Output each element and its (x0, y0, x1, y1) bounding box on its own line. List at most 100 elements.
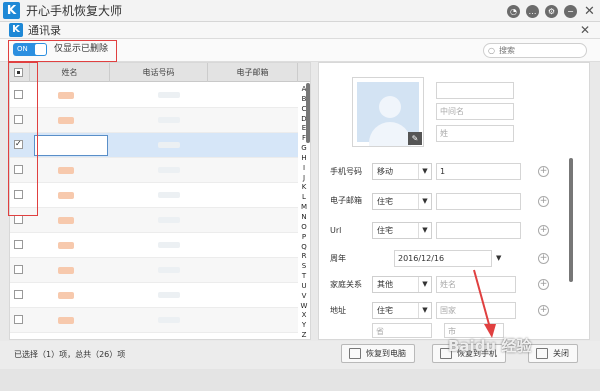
row-checkbox[interactable] (14, 265, 23, 274)
alphabet-letter[interactable]: R (298, 252, 310, 261)
table-row[interactable] (10, 108, 298, 133)
alphabet-letter[interactable]: Q (298, 243, 310, 252)
middle-name-field[interactable]: 中间名 (436, 103, 514, 120)
close-button[interactable]: 关闭 (528, 344, 578, 363)
url-input[interactable] (436, 222, 521, 239)
annotation-arrow (473, 269, 496, 338)
family-type-value: 其他 (377, 280, 393, 289)
restore-to-pc-button[interactable]: 恢复到电脑 (341, 344, 415, 363)
alphabet-letter[interactable]: U (298, 282, 310, 291)
add-family-button[interactable]: + (538, 279, 549, 290)
table-row[interactable] (10, 258, 298, 283)
first-name-field[interactable] (436, 82, 514, 99)
select-all-checkbox[interactable] (14, 68, 23, 77)
family-type-select[interactable]: 其他 ▼ (372, 276, 432, 293)
table-row[interactable] (10, 283, 298, 308)
last-name-field[interactable]: 姓 (436, 125, 514, 142)
alphabet-letter[interactable]: X (298, 311, 310, 320)
chevron-down-icon: ▼ (418, 164, 431, 179)
add-phone-button[interactable]: + (538, 166, 549, 177)
wechat-icon[interactable]: ◔ (507, 4, 520, 18)
chat-icon[interactable]: … (526, 4, 539, 18)
alphabet-letter[interactable]: Z (298, 331, 310, 340)
alphabet-letter[interactable]: M (298, 203, 310, 212)
restore-to-pc-label: 恢复到电脑 (366, 349, 406, 358)
blurred-phone (158, 292, 180, 298)
contact-list: 姓名 电话号码 电子邮箱 ABCDEFGHIJKLMNOPQRSTUVWXYZ (9, 62, 311, 340)
search-box[interactable]: ○ (483, 43, 587, 58)
panel-logo-icon: K (9, 23, 23, 37)
address-type-value: 住宅 (377, 306, 393, 315)
row-checkbox[interactable] (14, 290, 23, 299)
alphabet-letter[interactable]: G (298, 144, 310, 153)
row-checkbox[interactable] (14, 190, 23, 199)
phone-label: 手机号码 (330, 167, 362, 176)
alphabet-letter[interactable]: T (298, 272, 310, 281)
blurred-phone (158, 267, 180, 273)
chevron-down-icon[interactable]: ▼ (496, 250, 501, 267)
row-checkbox[interactable] (14, 315, 23, 324)
alphabet-letter[interactable]: O (298, 223, 310, 232)
table-row[interactable] (10, 83, 298, 108)
chevron-down-icon: ▼ (418, 223, 431, 238)
row-checkbox[interactable] (14, 215, 23, 224)
alphabet-letter[interactable]: L (298, 193, 310, 202)
pencil-icon[interactable]: ✎ (408, 132, 422, 145)
panel-title: 通讯录 (28, 24, 61, 37)
search-input[interactable] (499, 44, 579, 57)
column-email[interactable]: 电子邮箱 (208, 63, 298, 82)
alphabet-letter[interactable]: V (298, 292, 310, 301)
detail-scrollbar[interactable] (569, 158, 573, 282)
row-checkbox[interactable] (14, 115, 23, 124)
list-scrollbar[interactable] (306, 83, 310, 143)
selection-status: 已选择（1）项，总共（26）项 (14, 350, 126, 359)
anniversary-label: 周年 (330, 254, 346, 263)
blurred-name (58, 117, 74, 124)
alphabet-letter[interactable]: H (298, 154, 310, 163)
minimize-icon[interactable]: − (564, 4, 577, 18)
add-address-button[interactable]: + (538, 305, 549, 316)
table-row[interactable] (10, 158, 298, 183)
alphabet-letter[interactable]: J (298, 174, 310, 183)
deleted-only-toggle[interactable]: ON (13, 43, 47, 56)
list-header: 姓名 电话号码 电子邮箱 (10, 63, 310, 82)
add-date-button[interactable]: + (538, 253, 549, 264)
table-row[interactable] (10, 183, 298, 208)
table-row[interactable] (10, 233, 298, 258)
name-edit-box[interactable] (34, 135, 108, 156)
blurred-name (58, 242, 74, 249)
phone-input[interactable]: 1 (436, 163, 521, 180)
alphabet-letter[interactable]: P (298, 233, 310, 242)
table-row-selected[interactable] (10, 133, 298, 158)
url-type-select[interactable]: 住宅 ▼ (372, 222, 432, 239)
table-row[interactable] (10, 208, 298, 233)
table-row[interactable] (10, 308, 298, 333)
email-type-select[interactable]: 住宅 ▼ (372, 193, 432, 210)
row-checkbox[interactable] (14, 240, 23, 249)
phone-type-select[interactable]: 移动 ▼ (372, 163, 432, 180)
alphabet-letter[interactable]: W (298, 302, 310, 311)
alphabet-letter[interactable]: Y (298, 321, 310, 330)
province-input[interactable]: 省 (372, 323, 432, 338)
avatar[interactable]: ✎ (352, 77, 424, 147)
toggle-label: ON (17, 45, 28, 53)
avatar-head (379, 96, 401, 118)
add-email-button[interactable]: + (538, 196, 549, 207)
close-window-icon[interactable]: ✕ (583, 5, 596, 18)
close-panel-icon[interactable]: ✕ (580, 23, 590, 37)
alphabet-letter[interactable]: N (298, 213, 310, 222)
blurred-name (58, 167, 74, 174)
alphabet-letter[interactable]: S (298, 262, 310, 271)
add-url-button[interactable]: + (538, 225, 549, 236)
email-input[interactable] (436, 193, 521, 210)
row-checkbox[interactable] (14, 90, 23, 99)
column-name[interactable]: 姓名 (30, 63, 110, 82)
settings-icon[interactable]: ⚙ (545, 4, 558, 18)
anniversary-date-input[interactable]: 2016/12/16 (394, 250, 492, 267)
alphabet-letter[interactable]: I (298, 164, 310, 173)
column-phone[interactable]: 电话号码 (110, 63, 208, 82)
address-type-select[interactable]: 住宅 ▼ (372, 302, 432, 319)
row-checkbox-checked[interactable] (14, 139, 23, 149)
row-checkbox[interactable] (14, 165, 23, 174)
alphabet-letter[interactable]: K (298, 183, 310, 192)
